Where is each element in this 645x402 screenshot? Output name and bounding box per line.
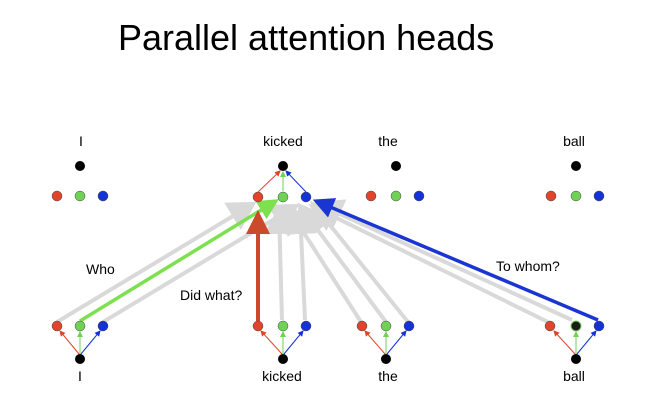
green-head-dot <box>74 320 86 332</box>
head-to-token-arrow <box>285 170 307 193</box>
token-dot <box>571 354 581 364</box>
token-dot <box>571 161 581 171</box>
token-dot <box>278 161 288 171</box>
token-dot <box>75 161 85 171</box>
green-head-dot <box>570 320 582 332</box>
red-head-dot <box>252 191 264 203</box>
top-word: the <box>378 133 398 149</box>
token-to-head-arrow <box>260 330 283 355</box>
red-head-dot <box>356 320 368 332</box>
blue-head-dot <box>97 190 109 202</box>
green-head-dot <box>277 320 289 332</box>
green-head-dot <box>74 190 86 202</box>
red-head-dot <box>545 190 557 202</box>
red-head-dot <box>544 320 556 332</box>
green-head-dot <box>570 190 582 202</box>
bottom-word: I <box>78 368 82 384</box>
to-whom-label: To whom? <box>496 258 560 274</box>
bottom-word: the <box>378 368 398 384</box>
top-word: ball <box>563 133 585 149</box>
token-dot <box>381 354 391 364</box>
red-head-dot <box>51 320 63 332</box>
token-to-head-arrow <box>80 330 101 355</box>
blue-head-dot <box>593 320 605 332</box>
top-row: I kicked the ball <box>51 133 605 203</box>
token-dot <box>391 161 401 171</box>
page-title: Parallel attention heads <box>118 17 494 58</box>
token-to-head-arrow <box>364 330 386 355</box>
token-to-head-arrow <box>576 330 597 355</box>
blue-head-dot <box>413 190 425 202</box>
attention-arrow <box>101 203 300 324</box>
did-what-label: Did what? <box>180 287 242 303</box>
blue-head-dot <box>97 320 109 332</box>
token-dot <box>75 354 85 364</box>
green-head-dot <box>390 190 402 202</box>
top-word: I <box>79 133 83 149</box>
bottom-word: ball <box>563 368 585 384</box>
red-head-dot <box>252 320 264 332</box>
head-to-token-arrow <box>257 170 281 193</box>
gray-attention-arrows <box>55 199 573 324</box>
token-to-head-arrow <box>283 330 304 355</box>
attention-diagram: Parallel attention heads Who Did what? T… <box>51 17 605 384</box>
attention-arrow <box>263 206 296 321</box>
blue-head-dot <box>300 191 312 203</box>
bottom-row: I kicked the ball <box>51 320 605 384</box>
red-head-dot <box>51 190 63 202</box>
top-word: kicked <box>263 133 303 149</box>
token-to-head-arrow <box>59 330 80 355</box>
who-label: Who <box>86 261 115 277</box>
blue-head-dot <box>403 320 415 332</box>
token-to-head-arrow <box>386 330 407 355</box>
red-head-dot <box>365 190 377 202</box>
blue-head-dot <box>300 320 312 332</box>
green-head-dot <box>277 191 289 203</box>
token-to-head-arrow <box>553 330 576 355</box>
blue-head-dot <box>593 190 605 202</box>
bottom-word: kicked <box>262 368 302 384</box>
token-dot <box>278 354 288 364</box>
green-head-dot <box>380 320 392 332</box>
